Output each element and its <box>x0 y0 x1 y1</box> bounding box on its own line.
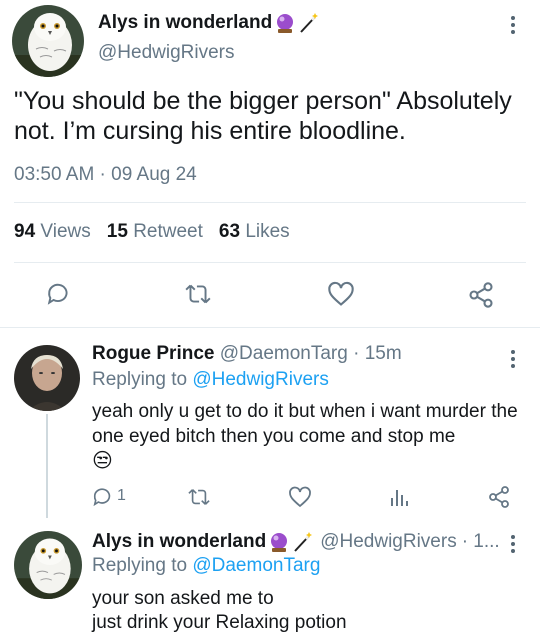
owl-avatar-image <box>12 5 84 77</box>
more-options-icon[interactable] <box>510 535 516 553</box>
share-icon[interactable] <box>467 281 495 309</box>
retweets-count: 15 <box>106 221 128 242</box>
likes-stat[interactable]: 63 Likes <box>219 221 290 243</box>
replying-to: Replying to @DaemonTarg <box>92 555 320 577</box>
reply-icon[interactable] <box>92 486 114 508</box>
reply-text: yeah only u get to do it but when i want… <box>92 401 518 447</box>
analytics-icon[interactable] <box>389 486 409 508</box>
reply-count: 1 <box>117 487 126 504</box>
retweet-icon[interactable] <box>184 281 212 307</box>
more-options-icon[interactable] <box>510 350 516 368</box>
replying-to-link[interactable]: @HedwigRivers <box>192 369 329 390</box>
reply-text-line: just drink your Relaxing potion <box>92 612 347 633</box>
reply-author-avatar[interactable] <box>14 531 82 599</box>
tweet-stats: 94 Views 15 Retweet 63 Likes <box>14 221 290 243</box>
divider <box>14 262 526 263</box>
rogue-prince-avatar-image <box>14 345 80 411</box>
retweets-stat[interactable]: 15 Retweet <box>107 221 203 243</box>
tweet-text: "You should be the bigger person" Absolu… <box>14 87 512 145</box>
replying-to: Replying to @HedwigRivers <box>92 369 329 391</box>
author-avatar[interactable] <box>12 5 84 77</box>
author-handle[interactable]: @HedwigRivers <box>98 42 235 64</box>
reply-author-avatar[interactable] <box>14 345 80 411</box>
reply-author-name[interactable]: Alys in wonderland <box>92 531 266 553</box>
reply-author-handle[interactable]: @HedwigRivers <box>320 531 457 553</box>
crystal-ball-icon <box>268 531 290 553</box>
thread-line <box>46 414 48 518</box>
tweet-timestamp[interactable]: 03:50 AM · 09 Aug 24 <box>14 164 197 186</box>
magic-wand-icon <box>298 12 320 34</box>
more-options-icon[interactable] <box>510 16 516 34</box>
views-label: Views <box>40 221 91 242</box>
share-icon[interactable] <box>487 485 511 509</box>
views-count: 94 <box>14 221 36 242</box>
reply-author-handle[interactable]: @DaemonTarg <box>220 343 348 364</box>
replying-to-link[interactable]: @DaemonTarg <box>192 555 320 576</box>
reply-time[interactable]: · 15m <box>353 343 402 364</box>
divider <box>0 327 540 328</box>
reply-text-line: your son asked me to <box>92 588 274 609</box>
unamused-emoji: 😒 <box>92 450 113 472</box>
reply-time[interactable]: · 1... <box>462 531 500 553</box>
reply-header: Rogue Prince @DaemonTarg · 15m <box>92 343 402 365</box>
divider <box>14 202 526 203</box>
owl-avatar-image <box>14 531 82 599</box>
like-icon[interactable] <box>288 486 312 508</box>
likes-label: Likes <box>245 221 290 242</box>
magic-wand-icon <box>292 531 314 553</box>
replying-to-prefix: Replying to <box>92 369 188 390</box>
author-name[interactable]: Alys in wonderland <box>98 12 272 34</box>
retweets-label: Retweet <box>133 221 203 242</box>
views-stat[interactable]: 94 Views <box>14 221 91 243</box>
like-icon[interactable] <box>327 281 355 307</box>
reply-icon[interactable] <box>46 281 72 307</box>
crystal-ball-icon <box>274 12 296 34</box>
replying-to-prefix: Replying to <box>92 555 188 576</box>
likes-count: 63 <box>218 221 241 242</box>
reply-author-name[interactable]: Rogue Prince <box>92 343 214 364</box>
reply-header: Alys in wonderland @HedwigRivers · 1... <box>92 529 500 555</box>
retweet-icon[interactable] <box>187 486 211 508</box>
